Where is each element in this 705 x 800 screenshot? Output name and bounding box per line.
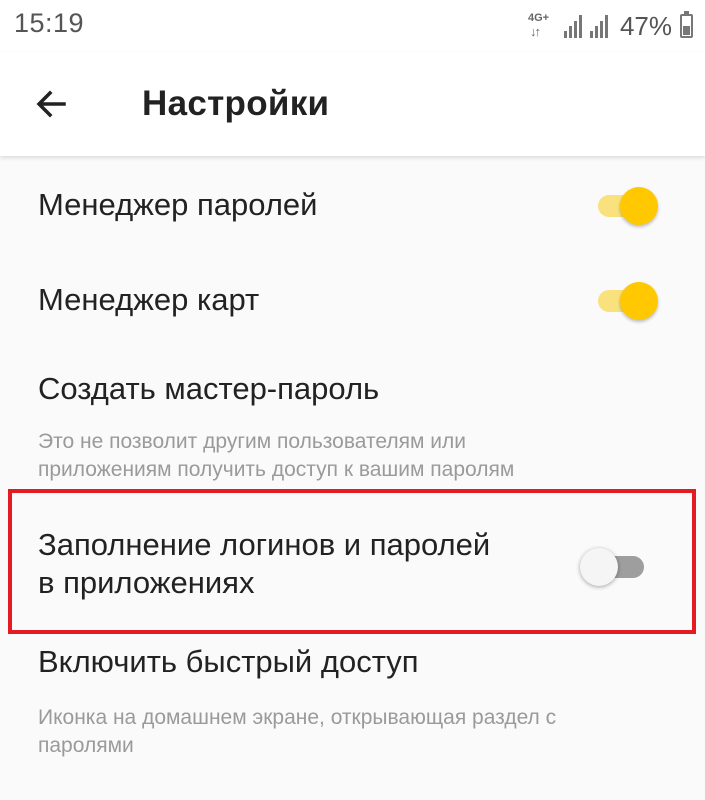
password-manager-toggle[interactable] — [596, 184, 660, 228]
status-time: 15:19 — [14, 8, 85, 38]
signal-icon — [589, 14, 610, 38]
app-bar: Настройки — [0, 52, 705, 156]
page-title: Настройки — [142, 84, 330, 123]
setting-title: Включить быстрый доступ — [38, 644, 419, 679]
battery-icon — [680, 11, 693, 38]
setting-title: Менеджер карт — [38, 282, 260, 317]
battery-percent: 47% — [619, 10, 672, 41]
arrow-left-icon — [36, 90, 66, 118]
back-button[interactable] — [30, 82, 74, 126]
setting-description: приложениям получить доступ к вашим паро… — [38, 458, 515, 481]
status-bar: 15:19 4G+ ↓↑ 47% — [0, 0, 705, 52]
setting-description: Это не позволит другим пользователям или — [38, 430, 466, 453]
setting-title: Создать мастер-пароль — [38, 371, 380, 406]
signal-icon — [563, 14, 584, 38]
network-4g-icon: 4G+ ↓↑ — [528, 11, 556, 41]
status-icons: 4G+ ↓↑ 47% — [528, 8, 693, 44]
setting-description: паролями — [38, 734, 134, 757]
card-manager-toggle[interactable] — [596, 279, 660, 323]
network-arrows: ↓↑ — [529, 24, 541, 39]
setting-title: Менеджер паролей — [38, 187, 318, 222]
network-label: 4G+ — [527, 12, 550, 24]
setting-description: Иконка на домашнем экране, открывающая р… — [38, 706, 557, 729]
highlight-frame — [8, 489, 696, 634]
